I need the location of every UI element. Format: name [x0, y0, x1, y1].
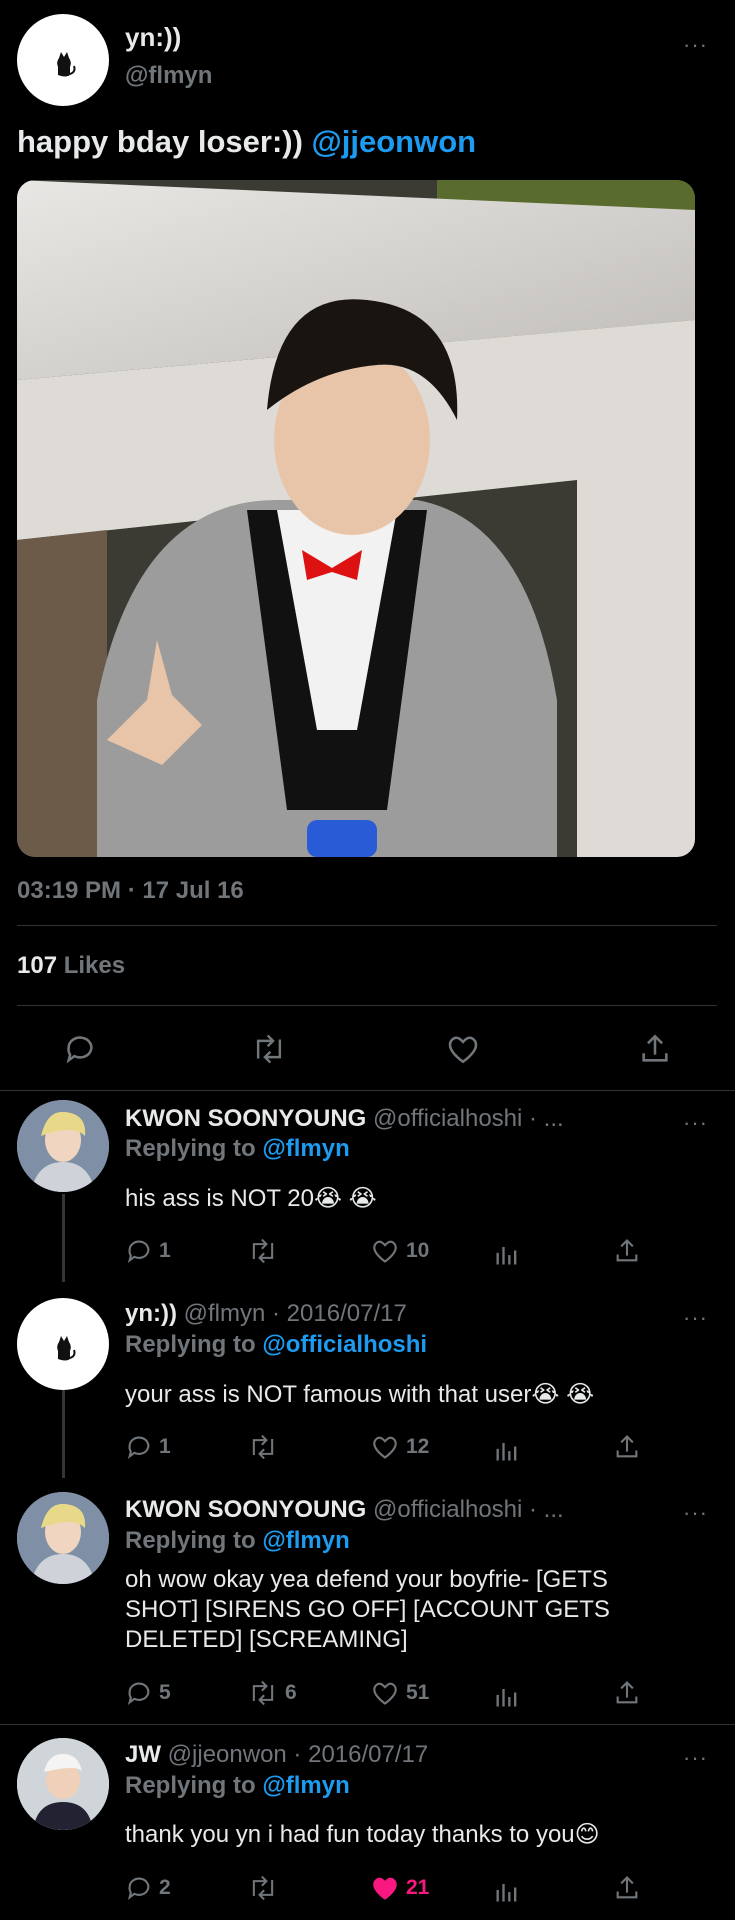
reply-display-name[interactable]: KWON SOONYOUNG	[125, 1105, 366, 1132]
likes-count: 107	[17, 952, 58, 979]
reply-handle-date[interactable]: @flmyn · 2016/07/17	[177, 1300, 407, 1327]
reply-icon[interactable]: 1	[125, 1433, 171, 1461]
thread-line	[62, 1390, 65, 1478]
more-icon[interactable]: ···	[683, 1112, 708, 1134]
replying-to: Replying to @flmyn	[125, 1527, 350, 1555]
reply-icon[interactable]: 5	[125, 1679, 171, 1707]
like-icon[interactable]: 51	[370, 1679, 429, 1707]
like-count: 51	[406, 1681, 430, 1704]
thread-line	[62, 1194, 65, 1282]
main-display-name[interactable]: yn:))	[125, 22, 181, 53]
reply-count: 1	[159, 1239, 171, 1262]
replying-mention[interactable]: @flmyn	[262, 1772, 349, 1799]
replying-prefix: Replying to	[125, 1772, 263, 1799]
more-icon[interactable]: ···	[683, 1502, 708, 1524]
reply-icon[interactable]: 1	[125, 1237, 171, 1265]
reply-header: JW @jjeonwon · 2016/07/17	[125, 1741, 428, 1769]
divider	[0, 1724, 735, 1725]
retweet-icon[interactable]	[247, 1237, 285, 1265]
like-icon[interactable]: 10	[370, 1237, 429, 1265]
main-handle[interactable]: @flmyn	[125, 62, 212, 90]
divider	[17, 925, 717, 926]
like-icon[interactable]	[446, 1032, 480, 1066]
replying-prefix: Replying to	[125, 1527, 263, 1554]
like-count: 21	[406, 1876, 430, 1899]
like-icon[interactable]: 12	[370, 1433, 429, 1461]
replying-mention[interactable]: @flmyn	[262, 1135, 349, 1162]
analytics-icon[interactable]	[493, 1436, 521, 1464]
reply-display-name[interactable]: KWON SOONYOUNG	[125, 1496, 366, 1523]
main-tweet-body: happy bday loser:))	[17, 124, 312, 159]
reply-display-name[interactable]: JW	[125, 1741, 161, 1768]
retweet-icon[interactable]	[247, 1433, 285, 1461]
analytics-icon[interactable]	[493, 1240, 521, 1268]
replying-to: Replying to @officialhoshi	[125, 1331, 427, 1359]
reply-header: KWON SOONYOUNG @officialhoshi · ...	[125, 1105, 564, 1133]
analytics-icon[interactable]	[493, 1877, 521, 1905]
reply-text: his ass is NOT 20😭 😭	[125, 1185, 377, 1212]
replying-mention[interactable]: @officialhoshi	[262, 1331, 427, 1358]
reply-count: 5	[159, 1681, 171, 1704]
main-tweet-text: happy bday loser:)) @jjeonwon	[17, 124, 476, 160]
cat-avatar-icon	[57, 52, 76, 77]
reply-count: 2	[159, 1876, 171, 1899]
share-icon[interactable]	[613, 1679, 641, 1707]
reply-handle-date[interactable]: @officialhoshi · ...	[366, 1105, 564, 1132]
reply-text: oh wow okay yea defend your boyfrie- [GE…	[125, 1566, 610, 1653]
like-count: 10	[406, 1239, 430, 1262]
retweet-icon[interactable]	[250, 1032, 288, 1066]
more-icon[interactable]: ···	[683, 1747, 708, 1769]
more-icon[interactable]: ···	[683, 1307, 708, 1329]
cat-avatar-icon	[57, 1336, 76, 1361]
tweet-timestamp[interactable]: 03:19 PM · 17 Jul 16	[17, 877, 244, 905]
replying-to: Replying to @flmyn	[125, 1135, 350, 1163]
reply-handle-date[interactable]: @jjeonwon · 2016/07/17	[161, 1741, 429, 1768]
reply-header: yn:)) @flmyn · 2016/07/17	[125, 1300, 407, 1328]
reply-count: 1	[159, 1435, 171, 1458]
reply-avatar[interactable]	[17, 1738, 109, 1830]
replying-to: Replying to @flmyn	[125, 1772, 350, 1800]
replying-mention[interactable]: @flmyn	[262, 1527, 349, 1554]
like-count: 12	[406, 1435, 430, 1458]
divider	[0, 1090, 735, 1091]
reply-avatar[interactable]	[17, 1100, 109, 1192]
reply-header: KWON SOONYOUNG @officialhoshi · ...	[125, 1496, 564, 1524]
analytics-icon[interactable]	[493, 1682, 521, 1710]
more-icon[interactable]: ···	[683, 34, 708, 56]
share-icon[interactable]	[613, 1433, 641, 1461]
reply-icon[interactable]	[63, 1032, 97, 1066]
likes-label: Likes	[63, 952, 126, 979]
share-icon[interactable]	[613, 1874, 641, 1902]
retweet-count: 6	[285, 1681, 297, 1704]
replying-prefix: Replying to	[125, 1135, 263, 1162]
reply-handle-date[interactable]: @officialhoshi · ...	[366, 1496, 564, 1523]
like-icon-active[interactable]: 21	[370, 1874, 429, 1902]
likes-summary[interactable]: 107 Likes	[17, 952, 125, 980]
reply-avatar[interactable]	[17, 1298, 109, 1390]
main-avatar[interactable]	[17, 14, 109, 106]
share-icon[interactable]	[613, 1237, 641, 1265]
tweet-photo[interactable]	[17, 180, 695, 857]
reply-text: thank you yn i had fun today thanks to y…	[125, 1821, 600, 1848]
photo-illustration	[17, 180, 695, 857]
reply-avatar[interactable]	[17, 1492, 109, 1584]
replying-prefix: Replying to	[125, 1331, 263, 1358]
retweet-icon[interactable]: 6	[247, 1679, 297, 1707]
reply-text: your ass is NOT famous with that user😭 😭	[125, 1381, 595, 1408]
reply-display-name[interactable]: yn:))	[125, 1300, 177, 1327]
reply-icon[interactable]: 2	[125, 1874, 171, 1902]
share-icon[interactable]	[638, 1032, 672, 1066]
main-tweet-mention[interactable]: @jjeonwon	[312, 124, 477, 159]
divider	[17, 1005, 717, 1006]
retweet-icon[interactable]	[247, 1874, 285, 1902]
